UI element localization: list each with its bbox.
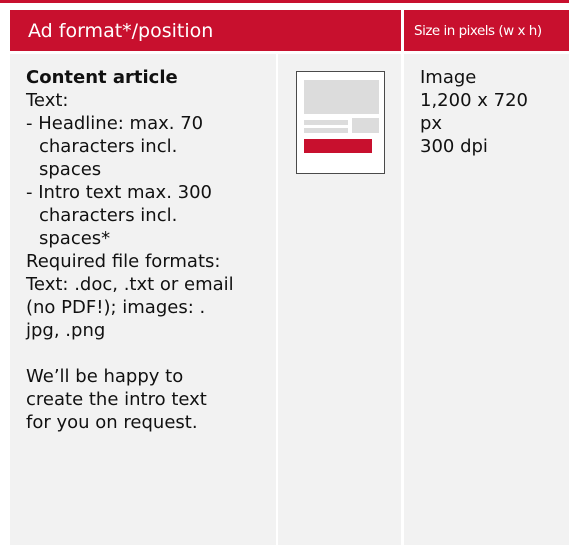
image-placeholder	[304, 80, 379, 114]
file-formats-line-3: jpg, .png	[26, 320, 106, 341]
header-size: Size in pixels (w x h)	[404, 10, 569, 51]
small-image-placeholder	[352, 118, 379, 133]
ad-format-table: Ad format*/position Size in pixels (w x …	[0, 0, 569, 545]
size-type: Image	[420, 67, 477, 88]
headline-limit-cont-1: characters incl.	[39, 136, 178, 157]
format-description-cell: Content article Text: - Headline: max. 7…	[10, 54, 276, 545]
service-note-line-1: We’ll be happy to	[26, 366, 184, 387]
intro-limit-cont-1: characters incl.	[39, 205, 178, 226]
intro-limit-cont-2: spaces*	[39, 228, 111, 249]
format-description: Content article Text: - Headline: max. 7…	[26, 66, 276, 434]
intro-limit: - Intro text max. 300	[26, 182, 212, 203]
headline-limit-cont-2: spaces	[39, 159, 102, 180]
size-cell: Image 1,200 x 720 px 300 dpi	[404, 54, 569, 545]
header-ad-format-label: Ad format*/position	[28, 19, 214, 42]
headline-limit: - Headline: max. 70	[26, 113, 204, 134]
text-label: Text:	[26, 90, 69, 111]
file-formats-line-2: (no PDF!); images: .	[26, 297, 206, 318]
top-rule	[0, 0, 569, 3]
highlight-bar	[304, 139, 372, 153]
service-note-line-3: for you on request.	[26, 412, 198, 433]
size-resolution: 300 dpi	[420, 136, 488, 157]
size-unit: px	[420, 113, 443, 134]
file-formats-label: Required file formats:	[26, 251, 221, 272]
text-line-placeholder	[304, 128, 348, 133]
text-line-placeholder	[304, 120, 348, 125]
preview-cell	[278, 54, 401, 545]
header-size-label: Size in pixels (w x h)	[414, 22, 542, 39]
format-title: Content article	[26, 67, 178, 88]
size-spec: Image 1,200 x 720 px 300 dpi	[420, 66, 569, 158]
service-note-line-2: create the intro text	[26, 389, 207, 410]
header-ad-format: Ad format*/position	[10, 10, 401, 51]
size-dimensions: 1,200 x 720	[420, 90, 528, 111]
file-formats-line-1: Text: .doc, .txt or email	[26, 274, 234, 295]
article-thumbnail-icon	[296, 71, 385, 174]
